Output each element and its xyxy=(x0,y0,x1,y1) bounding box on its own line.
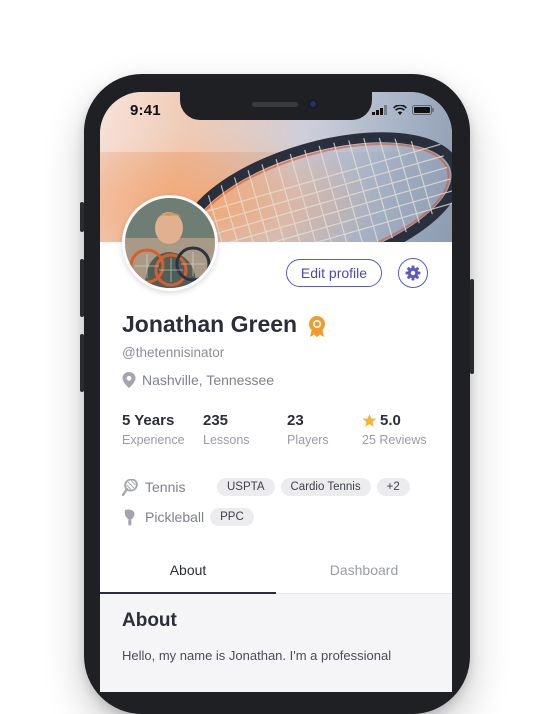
stat-players: 23 Players xyxy=(287,412,329,447)
stat-value: 5 Years xyxy=(122,412,175,429)
tab-dashboard[interactable]: Dashboard xyxy=(276,547,452,593)
rating-value: 5.0 xyxy=(380,412,401,429)
phone-notch xyxy=(180,92,372,120)
wifi-icon xyxy=(393,105,407,115)
gear-icon xyxy=(405,265,421,281)
status-icons xyxy=(372,105,434,115)
sport-row-pickleball: Pickleball PPC xyxy=(122,508,254,526)
front-camera xyxy=(308,99,318,109)
stat-experience: 5 Years Experience xyxy=(122,412,185,447)
speaker xyxy=(252,102,298,107)
profile-location: Nashville, Tennessee xyxy=(122,372,274,388)
award-badge-icon xyxy=(309,316,325,337)
tag-ppc[interactable]: PPC xyxy=(210,508,254,526)
sport-name: Tennis xyxy=(145,479,186,495)
volume-down-button xyxy=(80,334,84,392)
sport-name: Pickleball xyxy=(145,509,205,525)
stat-label: Experience xyxy=(122,433,185,447)
stat-reviews[interactable]: 5.0 25 Reviews xyxy=(362,412,427,447)
stat-label: 25 Reviews xyxy=(362,433,427,447)
avatar-photo xyxy=(125,198,215,288)
tag-more[interactable]: +2 xyxy=(376,478,410,496)
signal-icon xyxy=(372,105,387,115)
tab-about[interactable]: About xyxy=(100,547,276,594)
about-heading: About xyxy=(122,610,177,631)
avatar[interactable] xyxy=(122,195,218,291)
edit-profile-button[interactable]: Edit profile xyxy=(286,259,382,287)
app-screen: 9:41 Edit profile Jonathan Green @theten… xyxy=(100,92,452,692)
mute-switch xyxy=(80,202,84,232)
settings-button[interactable] xyxy=(398,258,428,288)
power-button xyxy=(470,279,474,374)
stat-label: Lessons xyxy=(203,433,250,447)
tennis-racket-icon xyxy=(122,478,138,496)
status-time: 9:41 xyxy=(130,102,161,119)
tag-cardio-tennis[interactable]: Cardio Tennis xyxy=(280,478,371,496)
star-icon xyxy=(362,413,377,427)
sport-row-tennis: Tennis USPTA Cardio Tennis +2 xyxy=(122,478,410,496)
stat-label: Players xyxy=(287,433,329,447)
about-text: Hello, my name is Jonathan. I'm a profes… xyxy=(122,648,392,663)
volume-up-button xyxy=(80,259,84,317)
profile-tabs: About Dashboard xyxy=(100,547,452,594)
tag-uspta[interactable]: USPTA xyxy=(217,478,275,496)
stat-value: 235 xyxy=(203,412,229,429)
location-pin-icon xyxy=(122,372,136,388)
about-section: About Hello, my name is Jonathan. I'm a … xyxy=(100,594,452,692)
profile-handle: @thetennisinator xyxy=(122,345,225,360)
battery-icon xyxy=(412,105,434,115)
location-text: Nashville, Tennessee xyxy=(142,372,275,388)
stat-value: 23 xyxy=(287,412,304,429)
stat-value-rating: 5.0 xyxy=(362,412,427,429)
stat-lessons: 235 Lessons xyxy=(203,412,250,447)
pickleball-paddle-icon xyxy=(124,509,135,525)
profile-name: Jonathan Green xyxy=(122,311,298,337)
